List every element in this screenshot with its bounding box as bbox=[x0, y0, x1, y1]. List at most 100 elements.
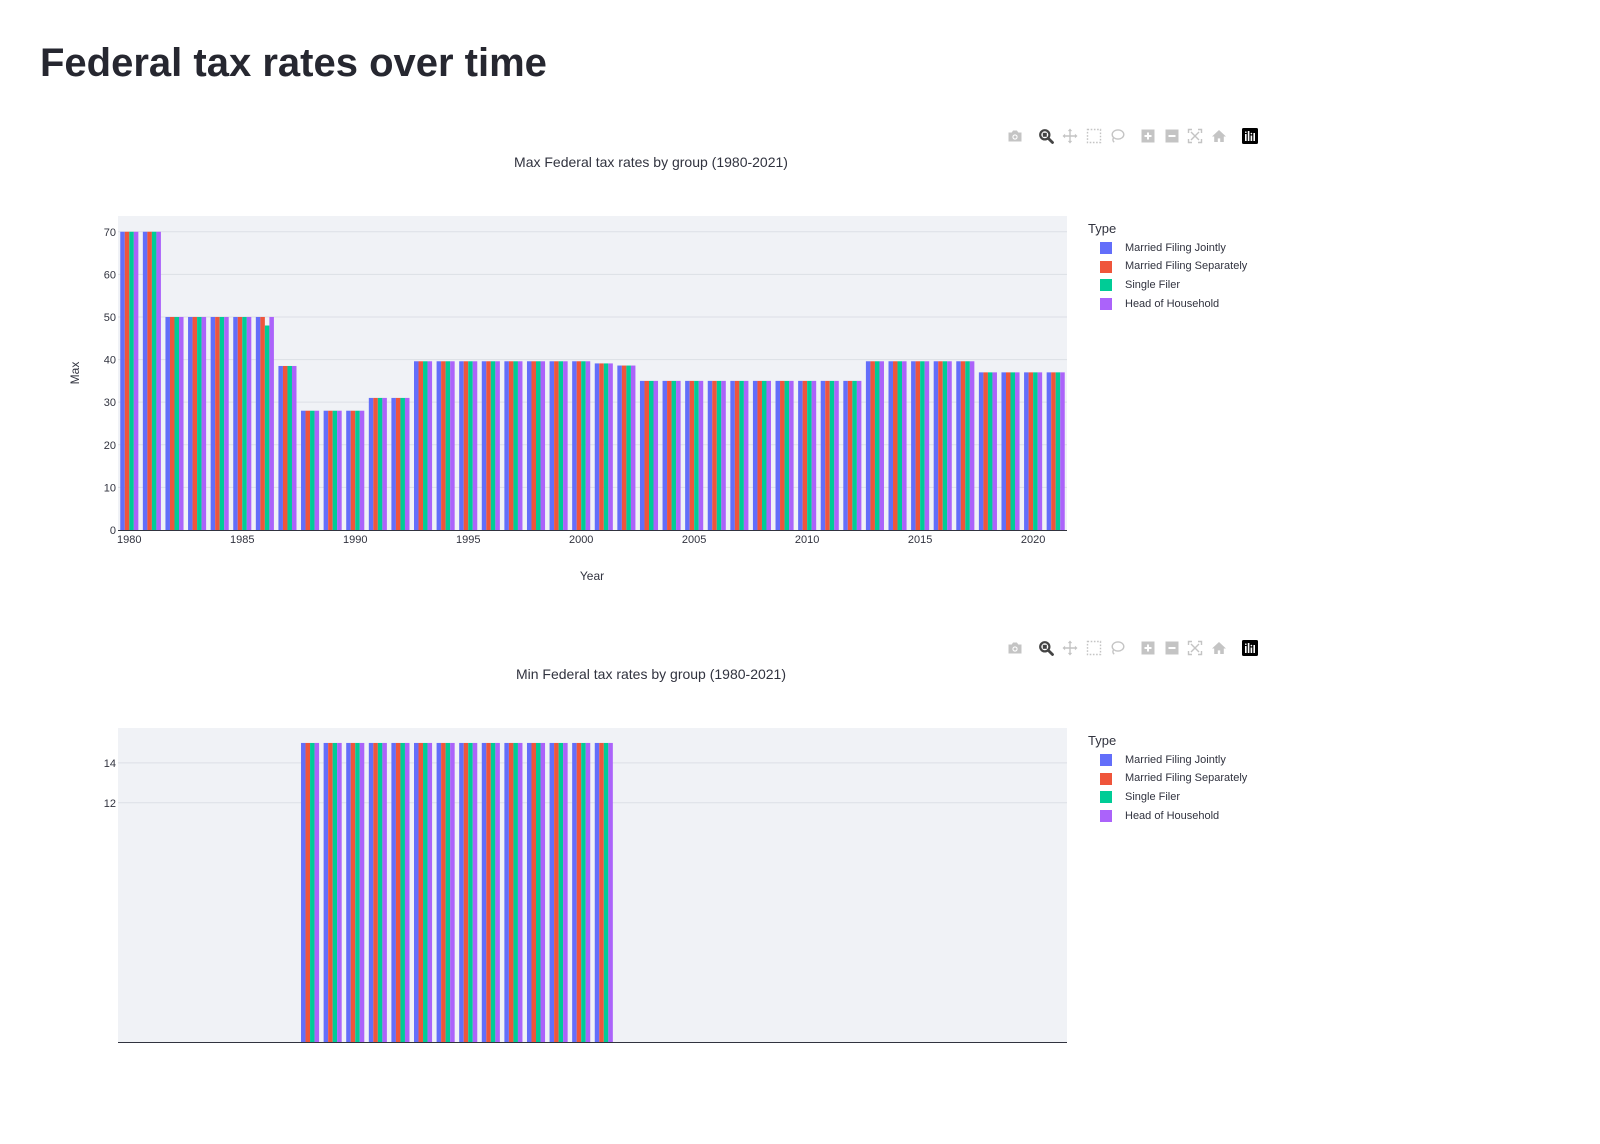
bar-married-filing-jointly-2001[interactable] bbox=[594, 742, 600, 1042]
bar-head-of-household-2020[interactable] bbox=[1037, 372, 1043, 530]
bar-married-filing-separately-2018[interactable] bbox=[983, 372, 988, 530]
bar-married-filing-jointly-2008[interactable] bbox=[752, 380, 758, 530]
bar-married-filing-separately-2015[interactable] bbox=[915, 361, 921, 530]
bar-single-filer-1984[interactable] bbox=[219, 316, 225, 530]
bar-married-filing-jointly-1989[interactable] bbox=[323, 410, 329, 530]
bar-single-filer-2015[interactable] bbox=[920, 361, 925, 530]
bar-married-filing-separately-2009[interactable] bbox=[780, 380, 785, 530]
plot-area[interactable] bbox=[118, 728, 1067, 1042]
bar-head-of-household-1986[interactable] bbox=[269, 316, 274, 530]
bar-single-filer-1998[interactable] bbox=[536, 361, 541, 530]
bar-married-filing-separately-1982[interactable] bbox=[169, 316, 175, 530]
bar-married-filing-jointly-2021[interactable] bbox=[1046, 372, 1052, 530]
bar-head-of-household-2016[interactable] bbox=[947, 361, 952, 530]
bar-single-filer-1991[interactable] bbox=[377, 742, 383, 1042]
bar-married-filing-jointly-2003[interactable] bbox=[639, 380, 645, 530]
bar-head-of-household-1995[interactable] bbox=[472, 742, 478, 1042]
bar-single-filer-1999[interactable] bbox=[558, 361, 564, 530]
bar-single-filer-2006[interactable] bbox=[716, 380, 722, 530]
bar-married-filing-separately-1989[interactable] bbox=[328, 742, 333, 1042]
bar-head-of-household-2017[interactable] bbox=[969, 361, 975, 530]
bar-married-filing-separately-1994[interactable] bbox=[441, 361, 446, 530]
bar-married-filing-jointly-1995[interactable] bbox=[459, 742, 464, 1042]
bar-single-filer-1980[interactable] bbox=[129, 231, 134, 530]
bar-married-filing-separately-1987[interactable] bbox=[282, 365, 288, 530]
bar-single-filer-1993[interactable] bbox=[423, 361, 428, 530]
bar-married-filing-jointly-2018[interactable] bbox=[978, 372, 984, 530]
bar-married-filing-separately-1996[interactable] bbox=[486, 742, 491, 1042]
bar-single-filer-2014[interactable] bbox=[897, 361, 903, 530]
bar-married-filing-separately-1991[interactable] bbox=[373, 397, 378, 530]
bar-married-filing-separately-1980[interactable] bbox=[124, 231, 130, 530]
bar-married-filing-separately-1996[interactable] bbox=[486, 361, 491, 530]
bar-married-filing-separately-2016[interactable] bbox=[938, 361, 943, 530]
bar-single-filer-1994[interactable] bbox=[445, 742, 451, 1042]
camera-icon[interactable] bbox=[1007, 640, 1023, 656]
bar-married-filing-separately-1985[interactable] bbox=[237, 316, 243, 530]
bar-single-filer-1987[interactable] bbox=[287, 365, 292, 530]
pan-icon[interactable] bbox=[1062, 128, 1078, 144]
bar-head-of-household-1997[interactable] bbox=[517, 361, 523, 530]
bar-married-filing-separately-1992[interactable] bbox=[395, 397, 401, 530]
bar-head-of-household-2004[interactable] bbox=[676, 380, 681, 530]
bar-head-of-household-2000[interactable] bbox=[585, 361, 591, 530]
zoom-out-icon[interactable] bbox=[1164, 128, 1180, 144]
bar-married-filing-jointly-1991[interactable] bbox=[368, 742, 374, 1042]
bar-head-of-household-1992[interactable] bbox=[404, 742, 410, 1042]
bar-head-of-household-2006[interactable] bbox=[721, 380, 726, 530]
bar-single-filer-1986[interactable] bbox=[264, 325, 270, 531]
bar-married-filing-separately-1990[interactable] bbox=[350, 742, 356, 1042]
bar-head-of-household-2008[interactable] bbox=[766, 380, 771, 530]
bar-married-filing-separately-1998[interactable] bbox=[531, 361, 537, 530]
legend-item-single-filer[interactable]: Single Filer bbox=[1088, 788, 1288, 807]
bar-single-filer-1983[interactable] bbox=[197, 316, 202, 530]
bar-married-filing-separately-1986[interactable] bbox=[260, 316, 265, 530]
lasso-select-icon[interactable] bbox=[1109, 128, 1125, 144]
legend-item-married-filing-jointly[interactable]: Married Filing Jointly bbox=[1088, 239, 1288, 258]
bar-married-filing-separately-1997[interactable] bbox=[508, 361, 514, 530]
bar-married-filing-jointly-1990[interactable] bbox=[346, 742, 351, 1042]
bar-head-of-household-1988[interactable] bbox=[314, 742, 320, 1042]
bar-head-of-household-1990[interactable] bbox=[359, 410, 365, 530]
bar-head-of-household-2001[interactable] bbox=[608, 363, 613, 530]
bar-single-filer-1996[interactable] bbox=[490, 361, 496, 530]
bar-married-filing-jointly-2014[interactable] bbox=[888, 361, 894, 530]
bar-single-filer-2018[interactable] bbox=[987, 372, 993, 530]
bar-single-filer-2020[interactable] bbox=[1033, 372, 1038, 530]
bar-single-filer-2003[interactable] bbox=[648, 380, 654, 530]
bar-single-filer-2002[interactable] bbox=[626, 365, 631, 530]
bar-single-filer-2005[interactable] bbox=[694, 380, 699, 530]
bar-married-filing-separately-1988[interactable] bbox=[305, 742, 311, 1042]
bar-single-filer-2001[interactable] bbox=[603, 363, 609, 530]
bar-head-of-household-1998[interactable] bbox=[540, 742, 546, 1042]
bar-head-of-household-2019[interactable] bbox=[1015, 372, 1020, 530]
pan-icon[interactable] bbox=[1062, 640, 1078, 656]
bar-married-filing-separately-2000[interactable] bbox=[576, 361, 582, 530]
bar-married-filing-separately-1993[interactable] bbox=[418, 742, 424, 1042]
reset-axes-icon[interactable] bbox=[1211, 128, 1227, 144]
bar-married-filing-separately-2010[interactable] bbox=[802, 380, 808, 530]
bar-single-filer-1982[interactable] bbox=[174, 316, 180, 530]
bar-head-of-household-1989[interactable] bbox=[337, 742, 342, 1042]
bar-single-filer-1997[interactable] bbox=[513, 361, 518, 530]
bar-married-filing-jointly-1996[interactable] bbox=[481, 742, 487, 1042]
bar-married-filing-jointly-1992[interactable] bbox=[391, 742, 396, 1042]
bar-head-of-household-2007[interactable] bbox=[743, 380, 749, 530]
bar-married-filing-jointly-1981[interactable] bbox=[142, 231, 148, 530]
bar-married-filing-separately-1989[interactable] bbox=[328, 410, 333, 530]
bar-head-of-household-2013[interactable] bbox=[879, 361, 884, 530]
bar-married-filing-separately-2006[interactable] bbox=[712, 380, 717, 530]
bar-married-filing-separately-2003[interactable] bbox=[644, 380, 649, 530]
bar-head-of-household-1993[interactable] bbox=[427, 361, 433, 530]
bar-married-filing-jointly-2016[interactable] bbox=[933, 361, 939, 530]
bar-head-of-household-2001[interactable] bbox=[608, 742, 613, 1042]
bar-married-filing-jointly-1997[interactable] bbox=[504, 361, 509, 530]
bar-head-of-household-1993[interactable] bbox=[427, 742, 433, 1042]
legend-item-head-of-household[interactable]: Head of Household bbox=[1088, 807, 1288, 826]
bar-head-of-household-1981[interactable] bbox=[156, 231, 161, 530]
bar-married-filing-jointly-2000[interactable] bbox=[572, 742, 577, 1042]
bar-single-filer-1995[interactable] bbox=[468, 742, 473, 1042]
bar-head-of-household-2012[interactable] bbox=[856, 380, 862, 530]
bar-head-of-household-2010[interactable] bbox=[811, 380, 817, 530]
bar-single-filer-2007[interactable] bbox=[739, 380, 744, 530]
